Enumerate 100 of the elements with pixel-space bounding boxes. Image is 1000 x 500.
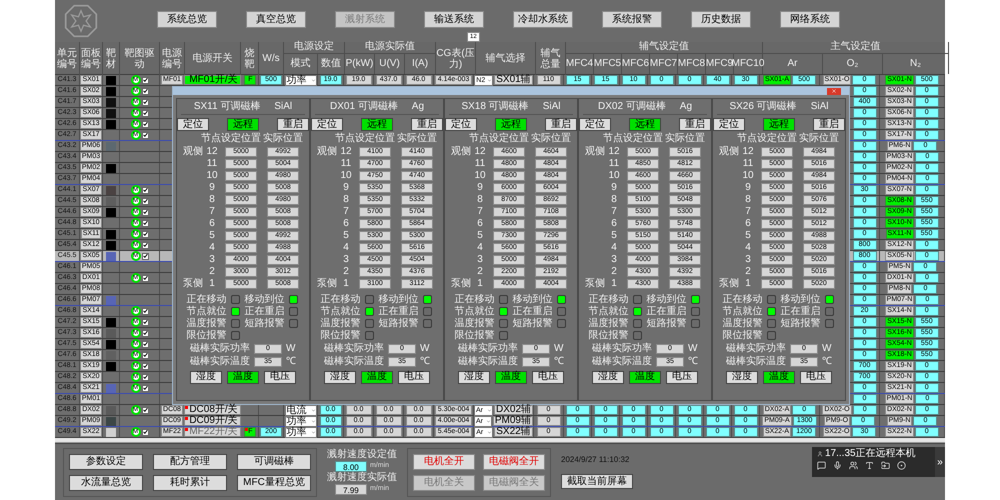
button[interactable]: 湿度 (324, 370, 356, 384)
node-number: 11 (474, 159, 486, 170)
menu-button[interactable]: 配方管理 (153, 454, 227, 470)
nav-button[interactable]: 系统总览 (157, 11, 217, 28)
button[interactable]: 温度 (629, 370, 661, 384)
button[interactable]: 重启 (545, 118, 577, 131)
checkbox[interactable] (142, 198, 148, 204)
checkbox[interactable] (142, 330, 148, 336)
button[interactable]: 电压 (800, 370, 832, 384)
button[interactable]: 温度 (763, 370, 795, 384)
people-icon[interactable] (849, 461, 858, 470)
checkbox[interactable] (142, 352, 148, 358)
checkbox[interactable] (142, 220, 148, 226)
dropdown[interactable]: 功率 (284, 426, 316, 438)
nav-button[interactable]: 网络系统 (780, 11, 840, 28)
column-header: 实际位置 (665, 134, 705, 144)
button[interactable]: 定位 (311, 118, 343, 131)
button[interactable]: 温度 (361, 370, 393, 384)
button[interactable]: 电压 (398, 370, 430, 384)
microphone-icon[interactable] (833, 461, 842, 470)
chat-icon[interactable] (817, 461, 826, 470)
checkbox[interactable] (142, 428, 148, 436)
checkbox[interactable] (142, 318, 148, 326)
checkbox[interactable] (142, 186, 148, 194)
button[interactable]: 远程 (495, 118, 527, 131)
button[interactable]: 湿度 (190, 370, 222, 384)
column-header: 设定位置 (355, 134, 395, 144)
checkbox[interactable] (142, 132, 148, 138)
menu-button[interactable]: 可调磁棒 (237, 454, 311, 470)
button[interactable]: 远程 (227, 118, 259, 131)
node-number: 11 (340, 159, 352, 170)
status-label: 温度报警 (186, 318, 228, 328)
button[interactable]: 重启 (679, 118, 711, 131)
button[interactable]: 定位 (177, 118, 209, 131)
record-icon[interactable] (897, 461, 906, 470)
checkbox[interactable] (142, 120, 148, 128)
checkbox[interactable] (142, 362, 148, 370)
button[interactable]: 定位 (445, 118, 477, 131)
checkbox[interactable] (142, 98, 148, 106)
button[interactable]: 电压 (666, 370, 698, 384)
control-button[interactable]: 电机全开 (413, 454, 475, 470)
checkbox[interactable] (142, 110, 148, 116)
checkbox[interactable] (142, 88, 148, 94)
nav-button[interactable]: 真空总览 (246, 11, 306, 28)
unit-label: W (420, 344, 430, 354)
button[interactable]: 远程 (629, 118, 661, 131)
power-switch[interactable]: DC09开/关 (184, 416, 241, 426)
button[interactable]: 定位 (713, 118, 745, 131)
checkbox[interactable] (142, 374, 148, 380)
dropdown[interactable]: 电流 (284, 404, 316, 416)
column-header: 单元编号 (56, 48, 78, 70)
button[interactable]: 湿度 (592, 370, 624, 384)
power-switch[interactable]: DC08开/关 (184, 405, 241, 415)
status-label: 温度报警 (320, 318, 362, 328)
dropdown[interactable]: 功率 (284, 416, 316, 426)
checkbox[interactable] (142, 406, 148, 414)
checkbox[interactable] (142, 242, 148, 248)
nav-button[interactable]: 冷却水系统 (513, 11, 573, 28)
node-number: 2 (610, 267, 618, 278)
button[interactable]: 温度 (227, 370, 259, 384)
folder-icon[interactable] (881, 461, 890, 470)
checkbox[interactable] (142, 340, 148, 348)
speed-field[interactable]: 8.00 (334, 460, 367, 472)
button[interactable]: 重启 (277, 118, 309, 131)
nav-button[interactable]: 输送系统 (424, 11, 484, 28)
control-button[interactable]: 电磁阀全开 (483, 454, 545, 470)
speed-readout: 7.99 (334, 484, 367, 494)
checkbox[interactable] (142, 252, 148, 260)
button[interactable]: 电压 (264, 370, 296, 384)
checkbox[interactable] (142, 208, 148, 216)
power-switch[interactable]: MF01开/关 (184, 75, 241, 85)
checkbox[interactable] (142, 308, 148, 314)
text-icon[interactable] (865, 461, 874, 470)
status-label: 限位报警 (588, 330, 630, 340)
close-button[interactable] (827, 88, 841, 94)
capture-button[interactable]: 截取当前屏幕 (561, 474, 633, 489)
button[interactable]: 电压 (532, 370, 564, 384)
column-header: 靶材 (105, 48, 117, 70)
checkbox[interactable] (142, 384, 148, 392)
button[interactable]: 定位 (579, 118, 611, 131)
dropdown[interactable]: 功率 (284, 74, 316, 86)
menu-button[interactable]: 参数设定 (69, 454, 143, 470)
checkbox[interactable] (142, 76, 148, 84)
button[interactable]: 重启 (813, 118, 845, 131)
checkbox[interactable] (142, 230, 148, 238)
checkbox[interactable] (142, 274, 148, 282)
button[interactable]: 湿度 (726, 370, 758, 384)
menu-button[interactable]: 水流量总览 (69, 474, 143, 490)
nav-button[interactable]: 历史数据 (691, 11, 751, 28)
button[interactable]: 重启 (411, 118, 443, 131)
side-label: 泵侧 (317, 279, 337, 290)
menu-button[interactable]: 耗时累计 (153, 474, 227, 490)
button[interactable]: 远程 (763, 118, 795, 131)
expand-button[interactable]: » (935, 447, 945, 477)
button[interactable]: 远程 (361, 118, 393, 131)
button[interactable]: 湿度 (458, 370, 490, 384)
button[interactable]: 温度 (495, 370, 527, 384)
menu-button[interactable]: MFC量程总览 (237, 474, 311, 490)
nav-button[interactable]: 系统报警 (602, 11, 662, 28)
horizontal-scrollbar[interactable] (55, 438, 945, 443)
